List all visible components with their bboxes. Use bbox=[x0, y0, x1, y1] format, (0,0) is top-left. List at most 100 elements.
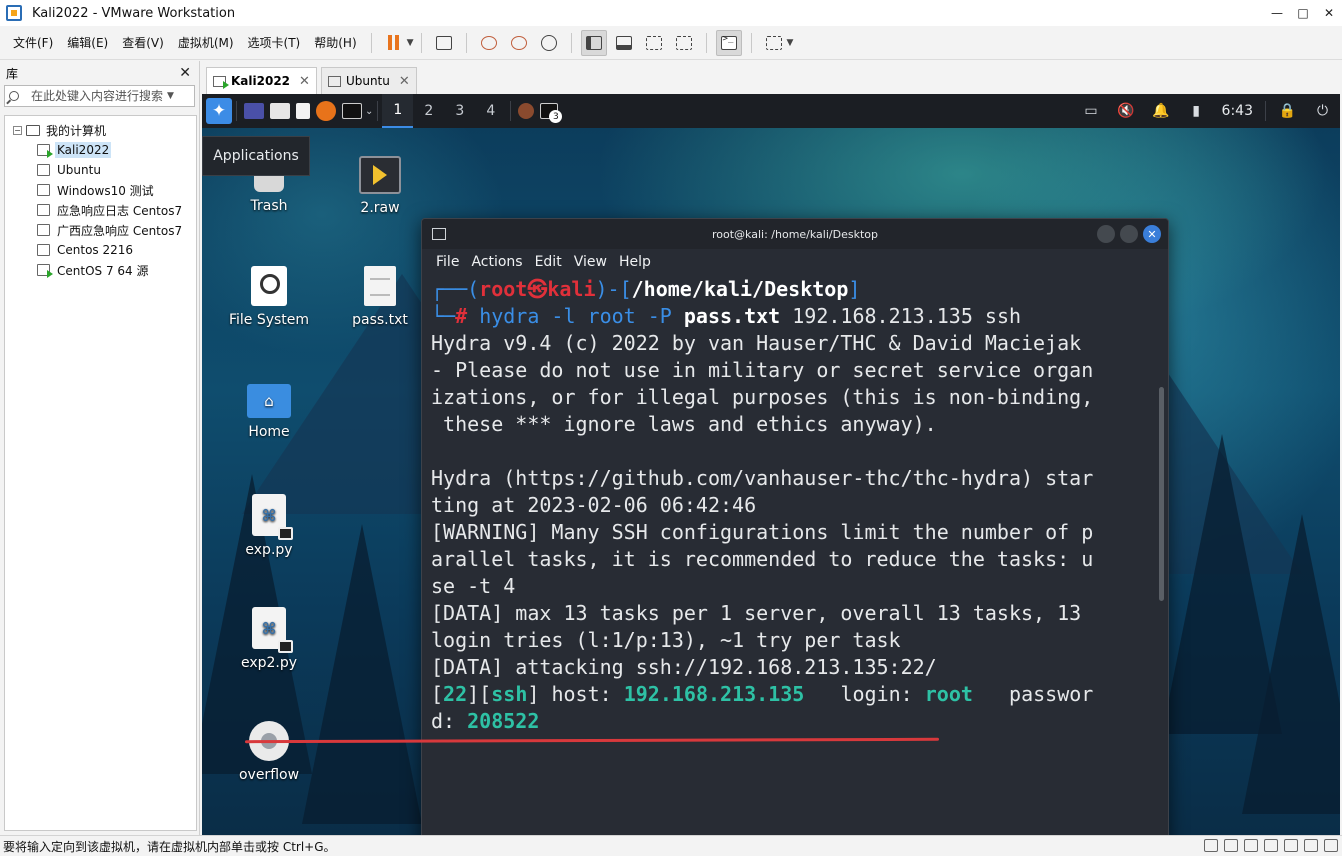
prompt-host: kali bbox=[547, 277, 596, 301]
desktop-icon-exp-py[interactable]: ⌘ exp.py bbox=[221, 494, 317, 558]
mute-icon[interactable]: 🔇 bbox=[1109, 103, 1144, 119]
desktop-icon-2raw[interactable]: 2.raw bbox=[332, 156, 428, 216]
printer-icon[interactable] bbox=[1304, 839, 1318, 852]
menu-view[interactable]: 查看(V) bbox=[115, 34, 171, 51]
vm-display[interactable]: ✦ ⌄ 1 2 3 4 3 ▭ 🔇 🔔 ▮ 6:43 🔒 ⏻ Trash 2.r… bbox=[202, 94, 1340, 835]
terminal-menu-actions[interactable]: Actions bbox=[471, 254, 522, 270]
workspace-4[interactable]: 4 bbox=[475, 94, 506, 128]
workspace-3[interactable]: 3 bbox=[444, 94, 475, 128]
terminal-task-button[interactable]: 3 bbox=[540, 94, 563, 128]
kali-dragon-icon[interactable]: ✦ bbox=[206, 98, 232, 124]
terminal-menu-edit[interactable]: Edit bbox=[535, 254, 562, 270]
notification-bell-icon[interactable]: 🔔 bbox=[1144, 103, 1179, 119]
text-editor-button[interactable] bbox=[296, 94, 310, 128]
send-ctrl-alt-del-button[interactable] bbox=[431, 30, 457, 56]
display-icon[interactable] bbox=[1324, 839, 1338, 852]
terminal-maximize-button[interactable] bbox=[1120, 225, 1138, 243]
library-view-icon bbox=[585, 35, 602, 50]
pause-button[interactable] bbox=[381, 30, 407, 56]
command-suffix: 192.168.213.135 ssh bbox=[780, 304, 1022, 328]
tab-ubuntu[interactable]: Ubuntu ✕ bbox=[320, 67, 417, 94]
hdd-icon[interactable] bbox=[1204, 839, 1218, 852]
terminal-menu-file[interactable]: File bbox=[436, 254, 459, 270]
terminal-titlebar[interactable]: root@kali: /home/kali/Desktop ✕ bbox=[422, 219, 1168, 249]
menu-edit[interactable]: 编辑(E) bbox=[60, 34, 115, 51]
tree-item-windows10[interactable]: Windows10 测试 bbox=[5, 180, 196, 200]
tree-root[interactable]: − 我的计算机 bbox=[5, 120, 196, 140]
menu-file[interactable]: 文件(F) bbox=[6, 34, 60, 51]
panel-clock[interactable]: 6:43 bbox=[1214, 103, 1261, 119]
terminal-output[interactable]: ┌──(root㉿kali)-[/home/kali/Desktop] └─# … bbox=[431, 276, 1161, 735]
desktop-icon-exp2-py[interactable]: ⌘ exp2.py bbox=[221, 607, 317, 671]
tree-item-centos2216[interactable]: Centos 2216 bbox=[5, 240, 196, 260]
terminal-menu-help[interactable]: Help bbox=[619, 254, 651, 270]
logout-icon[interactable]: ⏻ bbox=[1305, 103, 1340, 119]
show-library-button[interactable] bbox=[580, 29, 607, 56]
pause-dropdown-icon[interactable]: ▼ bbox=[407, 38, 414, 48]
full-screen-button[interactable] bbox=[641, 30, 667, 56]
lock-icon[interactable]: 🔒 bbox=[1270, 103, 1305, 119]
tab-close-icon[interactable]: ✕ bbox=[399, 74, 410, 89]
snapshot-manager-button[interactable] bbox=[536, 30, 562, 56]
search-dropdown-icon[interactable]: ▼ bbox=[167, 91, 174, 101]
stretch-guest-button[interactable] bbox=[761, 30, 787, 56]
desktop-icon-overflow[interactable]: overflow bbox=[221, 721, 317, 783]
title-bar: Kali2022 - VMware Workstation — □ ✕ bbox=[0, 0, 1342, 26]
folder-icon bbox=[270, 103, 290, 119]
snapshot-button[interactable] bbox=[476, 30, 502, 56]
desktop-icon-label: Trash bbox=[250, 198, 288, 214]
menu-vm[interactable]: 虚拟机(M) bbox=[171, 34, 241, 51]
tree-item-kali2022[interactable]: Kali2022 bbox=[5, 140, 196, 160]
stretch-dropdown-icon[interactable]: ▼ bbox=[787, 38, 794, 48]
unity-button[interactable] bbox=[671, 30, 697, 56]
result-login: root bbox=[924, 682, 973, 706]
battery-icon[interactable]: ▮ bbox=[1179, 103, 1214, 119]
sound-icon[interactable] bbox=[1284, 839, 1298, 852]
tab-close-icon[interactable]: ✕ bbox=[299, 74, 310, 89]
terminal-launcher-button[interactable] bbox=[342, 94, 362, 128]
library-search[interactable]: ▼ bbox=[4, 85, 195, 107]
library-search-input[interactable] bbox=[31, 89, 163, 103]
snapshot-icon bbox=[480, 35, 497, 50]
terminal-close-button[interactable]: ✕ bbox=[1143, 225, 1161, 243]
library-close-icon[interactable]: ✕ bbox=[179, 65, 191, 81]
collapse-icon[interactable]: − bbox=[13, 125, 22, 135]
launcher-dropdown-icon[interactable]: ⌄ bbox=[365, 106, 373, 117]
file-manager-button[interactable] bbox=[270, 94, 290, 128]
output-line: Hydra v9.4 (c) 2022 by van Hauser/THC & … bbox=[431, 331, 1082, 355]
keyboard-icon bbox=[435, 35, 452, 50]
terminal-menu-view[interactable]: View bbox=[574, 254, 607, 270]
tree-item-ubuntu[interactable]: Ubuntu bbox=[5, 160, 196, 180]
thumbnail-bar-button[interactable] bbox=[611, 30, 637, 56]
output-line: - Please do not use in military or secre… bbox=[431, 358, 1094, 382]
command-prefix: hydra -l root -P bbox=[479, 304, 684, 328]
terminal-minimize-button[interactable] bbox=[1097, 225, 1115, 243]
tree-item-centos7-64[interactable]: CentOS 7 64 源 bbox=[5, 260, 196, 280]
network-icon[interactable] bbox=[1244, 839, 1258, 852]
tree-item-centos7-log[interactable]: 应急响应日志 Centos7 bbox=[5, 200, 196, 220]
usb-icon[interactable] bbox=[1264, 839, 1278, 852]
firefox-task-button[interactable] bbox=[518, 94, 535, 128]
desktop-icon-file-system[interactable]: File System bbox=[221, 266, 317, 328]
tab-kali2022[interactable]: Kali2022 ✕ bbox=[206, 67, 317, 94]
maximize-button[interactable]: □ bbox=[1290, 0, 1316, 26]
pause-icon bbox=[388, 35, 400, 50]
workspace-1[interactable]: 1 bbox=[382, 94, 414, 128]
console-view-button[interactable] bbox=[715, 29, 742, 56]
display-icon[interactable]: ▭ bbox=[1074, 103, 1109, 119]
terminal-title: root@kali: /home/kali/Desktop bbox=[712, 227, 878, 241]
show-desktop-button[interactable] bbox=[244, 94, 264, 128]
menu-tabs[interactable]: 选项卡(T) bbox=[241, 34, 308, 51]
desktop-icon bbox=[244, 103, 264, 119]
minimize-button[interactable]: — bbox=[1264, 0, 1290, 26]
firefox-button[interactable] bbox=[316, 94, 336, 128]
revert-snapshot-button[interactable] bbox=[506, 30, 532, 56]
desktop-icon-pass-txt[interactable]: pass.txt bbox=[332, 266, 428, 328]
close-button[interactable]: ✕ bbox=[1316, 0, 1342, 26]
cdrom-icon[interactable] bbox=[1224, 839, 1238, 852]
workspace-2[interactable]: 2 bbox=[413, 94, 444, 128]
menu-help[interactable]: 帮助(H) bbox=[307, 34, 363, 51]
desktop-icon-home[interactable]: ⌂ Home bbox=[221, 384, 317, 440]
terminal-menubar: File Actions Edit View Help bbox=[422, 249, 1168, 275]
tree-item-centos7-guangxi[interactable]: 广西应急响应 Centos7 bbox=[5, 220, 196, 240]
